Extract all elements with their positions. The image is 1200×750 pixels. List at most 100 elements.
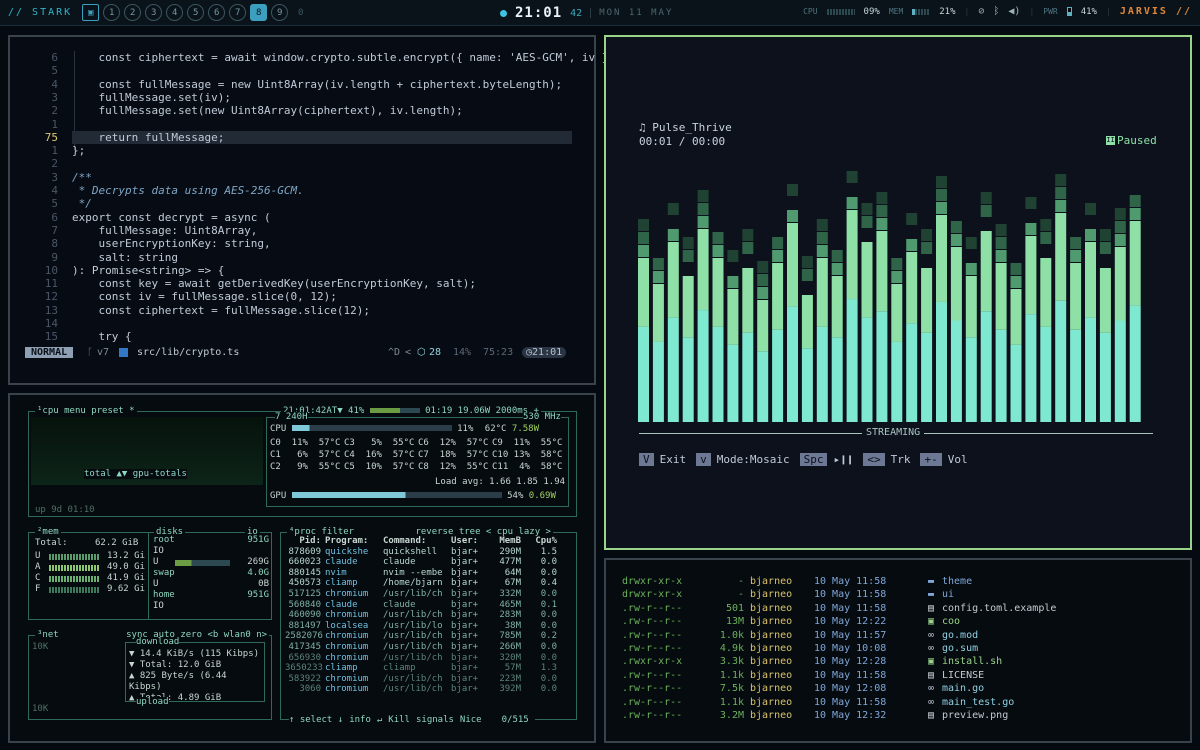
key-badge[interactable]: Spc <box>799 453 828 466</box>
file-row[interactable]: .rw-r--r-- 1.0k bjarneo 10 May 11:57 ∞ go.mod <box>622 630 978 641</box>
editor-pane[interactable]: 6 const ciphertext = await window.crypto… <box>8 35 642 385</box>
proc-col-header[interactable]: Program: <box>325 536 383 547</box>
code-line[interactable]: try { <box>72 330 131 343</box>
file-name[interactable]: go.sum <box>942 643 978 654</box>
btop-pane[interactable]: ¹cpu menu preset * 21:01:42AT▼ 41% 01:19… <box>8 393 596 743</box>
code-line[interactable]: return fullMessage; <box>72 130 572 144</box>
process-row[interactable]: 517125 chromium/usr/lib/ch bjar+ 332M 0.0 <box>285 589 575 600</box>
proc-footer-item[interactable]: ↑ select ↓ <box>289 715 343 725</box>
workspace-9[interactable]: 9 <box>271 4 289 21</box>
workspace-5[interactable]: 5 <box>187 4 205 21</box>
code-line[interactable]: fullMessage: Uint8Array, <box>72 224 257 237</box>
file-name[interactable]: go.mod <box>942 630 978 641</box>
process-row[interactable]: 583922 chromium/usr/lib/ch bjar+ 223M 0.0 <box>285 674 575 685</box>
process-row[interactable]: 2582076 chromium/usr/lib/ch bjar+ 785M 0.2 <box>285 631 575 642</box>
workspace-8[interactable]: 8 <box>250 4 268 21</box>
process-row[interactable]: 417345 chromium/usr/lib/ch bjar+ 266M 0.0 <box>285 642 575 653</box>
file-row[interactable]: .rw-r--r-- 501 bjarneo 10 May 11:58 ▤ config.… <box>622 603 1056 614</box>
process-row[interactable]: 560840 claude claude bjar+ 465M 0.1 <box>285 600 575 611</box>
proc-footer-item[interactable]: ↵ <box>377 715 382 725</box>
file-row[interactable]: .rw-r--r-- 3.2M bjarneo 10 May 12:32 ▤ previe… <box>622 710 1008 721</box>
volume-icon[interactable]: ◀) <box>1008 6 1020 17</box>
process-row[interactable]: 878609 quickshe quickshell bjar+ 290M 1.5 <box>285 547 575 558</box>
code-line[interactable]: }; <box>72 144 85 157</box>
process-row[interactable]: 450573 cliamp/home/bjarn bjar+ 67M 0.4 <box>285 578 575 589</box>
code-line[interactable]: fullMessage.set(new Uint8Array(ciphertex… <box>72 104 462 117</box>
visualizer-peak <box>757 274 769 286</box>
file-row[interactable]: drwxr-xr-x - bjarneo 10 May 11:58 ▬ ui <box>622 589 954 600</box>
workspace-7[interactable]: 7 <box>229 4 247 21</box>
process-row[interactable]: 460090 chromium/usr/lib/ch bjar+ 283M 0.0 <box>285 610 575 621</box>
process-row[interactable]: 880145 nvim nvim --embe bjar+ 64M 0.0 <box>285 568 575 579</box>
proc-footer-item[interactable]: 0/515 <box>502 715 529 725</box>
file-name[interactable]: main.go <box>942 683 984 694</box>
file-row[interactable]: .rwxr-xr-x 3.3k bjarneo 10 May 12:28 ▣ instal… <box>622 656 1002 667</box>
file-row[interactable]: .rw-r--r-- 1.1k bjarneo 10 May 11:58 ∞ main_t… <box>622 697 1014 708</box>
proc-footer-item[interactable]: info <box>349 715 371 725</box>
code-line[interactable]: fullMessage.set(iv); <box>72 91 230 104</box>
process-row[interactable]: 656930 chromium/usr/lib/ch bjar+ 320M 0.0 <box>285 653 575 664</box>
code-line[interactable]: userEncryptionKey: string, <box>72 237 270 250</box>
process-table[interactable]: Pid: Program: Command: User: MemB Cpu% 878609 q… <box>285 536 575 695</box>
proc-col-header[interactable]: Pid: <box>285 536 325 547</box>
workspace-2[interactable]: 2 <box>124 4 142 21</box>
file-name[interactable]: config.toml.example <box>942 603 1056 614</box>
file-name[interactable]: main_test.go <box>942 697 1014 708</box>
file-name[interactable]: LICENSE <box>942 670 984 681</box>
code-line[interactable]: const fullMessage = new Uint8Array(iv.le… <box>72 78 562 91</box>
visualizer-peak <box>638 232 649 244</box>
code-line[interactable]: export const decrypt = async ( <box>72 211 271 224</box>
file-date: 10 May 11:58 <box>814 602 887 614</box>
workspace-6[interactable]: 6 <box>208 4 226 21</box>
code-line[interactable]: */ <box>72 197 92 210</box>
bluetooth-icon[interactable]: ᛒ <box>993 6 999 17</box>
visualizer-peak <box>876 192 888 204</box>
visualizer-bar-top <box>638 258 649 327</box>
file-name[interactable]: theme <box>942 576 972 587</box>
proc-footer-item[interactable]: signals <box>416 715 454 725</box>
key-badge[interactable]: <> <box>863 453 885 466</box>
file-name[interactable]: ui <box>942 589 954 600</box>
proc-col-header[interactable]: User: <box>451 536 485 547</box>
file-listing-pane[interactable]: drwxr-xr-x - bjarneo 10 May 11:58 ▬ theme drwx… <box>604 558 1192 743</box>
code-line[interactable]: ): Promise<string> => { <box>72 264 224 277</box>
workspace-1[interactable]: 1 <box>103 4 121 21</box>
process-row[interactable]: 660023 claude claude bjar+ 477M 0.0 <box>285 557 575 568</box>
file-row[interactable]: drwxr-xr-x - bjarneo 10 May 11:58 ▬ theme <box>622 576 972 587</box>
visualizer-bar-top <box>876 231 888 312</box>
file-row[interactable]: .rw-r--r-- 7.5k bjarneo 10 May 12:08 ∞ main.g… <box>622 683 984 694</box>
process-row[interactable]: 881497 localsea/usr/lib/lo bjar+ 38M 0.0 <box>285 621 575 632</box>
file-row[interactable]: .rw-r--r-- 4.9k bjarneo 10 May 10:08 ∞ go.sum <box>622 643 978 654</box>
proc-col-header[interactable]: MemB <box>485 536 525 547</box>
proc-footer-item[interactable]: Nice <box>460 715 482 725</box>
code-line[interactable]: salt: string <box>72 251 177 264</box>
file-name[interactable]: preview.png <box>942 710 1008 721</box>
proc-col-header[interactable]: Cpu% <box>525 536 561 547</box>
code-line[interactable]: /** <box>72 171 92 184</box>
file-row[interactable]: .rw-r--r-- 13M bjarneo 10 May 12:22 ▣ coo <box>622 616 960 627</box>
key-badge[interactable]: v <box>696 453 711 466</box>
file-name[interactable]: coo <box>942 616 960 627</box>
code-line[interactable]: * Decrypts data using AES-256-GCM. <box>72 184 304 197</box>
layout-icon[interactable]: ▣ <box>82 4 100 21</box>
code-line[interactable]: const key = await getDerivedKey(userEncr… <box>72 277 476 290</box>
workspace-0[interactable]: 0 <box>292 4 309 21</box>
proc-footer-item[interactable]: Kill <box>388 715 410 725</box>
file-permissions: .rw-r--r-- <box>622 602 683 614</box>
code-line[interactable]: const ciphertext = fullMessage.slice(12)… <box>72 304 370 317</box>
file-name[interactable]: install.sh <box>942 656 1002 667</box>
workspace-3[interactable]: 3 <box>145 4 163 21</box>
process-row[interactable]: 3650233 cliamp cliamp bjar+ 57M 1.3 <box>285 663 575 674</box>
music-player-pane[interactable]: ♫ Pulse_Thrive 00:01 / 00:00 II Paused S… <box>604 35 1192 550</box>
workspace-4[interactable]: 4 <box>166 4 184 21</box>
process-row[interactable]: 3060 chromium/usr/lib/ch bjar+ 392M 0.0 <box>285 684 575 695</box>
proc-box[interactable]: ⁴proc filter reverse tree < cpu lazy > P… <box>280 527 577 725</box>
code-line[interactable]: const iv = fullMessage.slice(0, 12); <box>72 290 336 303</box>
jarvis-label[interactable]: JARVIS // <box>1120 6 1192 17</box>
wifi-off-icon[interactable]: ⊘ <box>978 6 984 17</box>
file-row[interactable]: .rw-r--r-- 1.1k bjarneo 10 May 11:58 ▤ LICENS… <box>622 670 984 681</box>
key-badge[interactable]: V <box>639 453 654 466</box>
proc-col-header[interactable]: Command: <box>383 536 451 547</box>
key-badge[interactable]: +- <box>920 453 942 466</box>
code-line[interactable]: const ciphertext = await window.crypto.s… <box>72 51 641 64</box>
